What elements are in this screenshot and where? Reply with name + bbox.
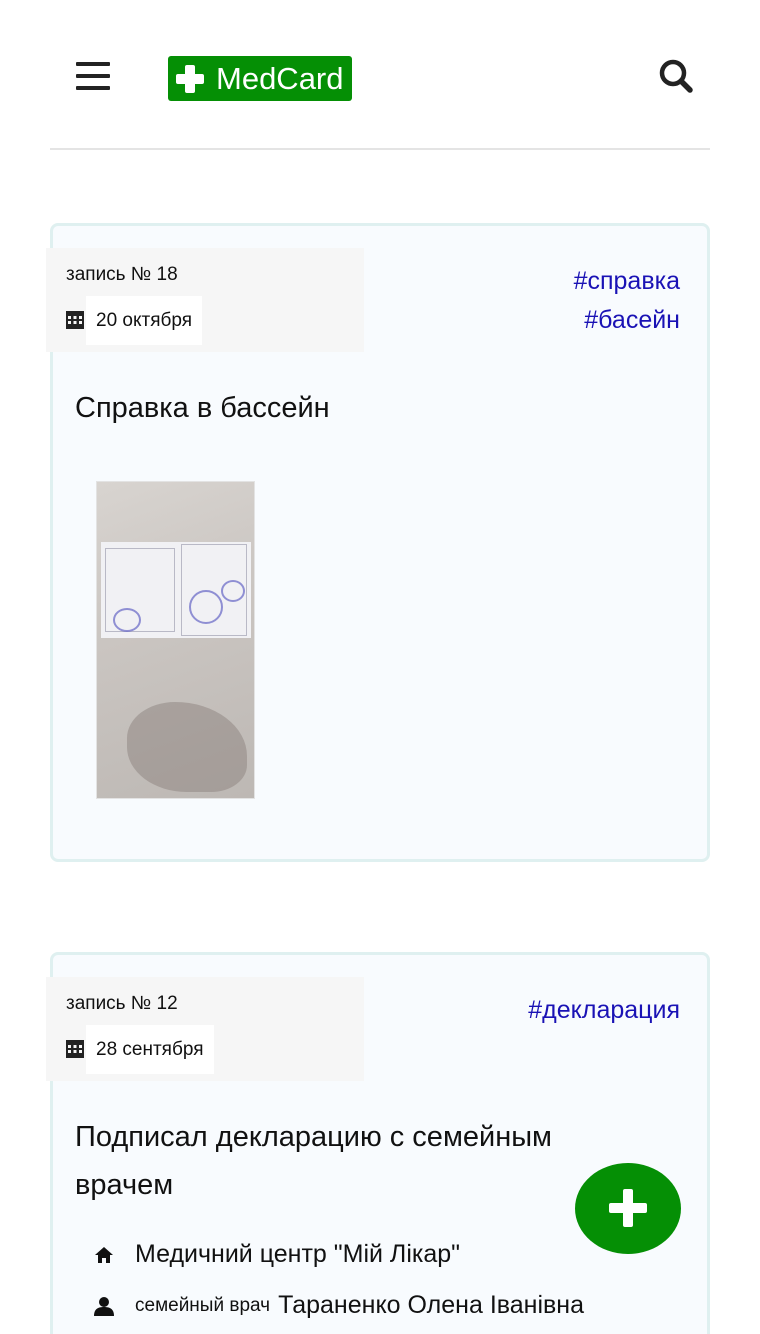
tag-link[interactable]: #декларация (528, 985, 680, 1036)
add-record-plus-icon[interactable] (575, 1163, 681, 1254)
document-photo (101, 542, 251, 638)
doctor-row: семейный врач Тараненко Олена Іванівна (93, 1291, 584, 1320)
record-title: Подписал декларацию с семейным врачем (75, 1121, 552, 1201)
logo-text: MedCard (216, 60, 344, 96)
medical-cross-icon (176, 64, 204, 93)
record-date: 28 сентября (86, 1025, 214, 1074)
doctor-name: Тараненко Олена Іванівна (278, 1291, 585, 1319)
clinic-name: Медичний центр "Мій Лікар" (135, 1240, 461, 1268)
record-meta: запись № 18 20 октября (46, 248, 364, 352)
user-icon (94, 1296, 114, 1316)
tag-link[interactable]: #басейн (574, 295, 680, 346)
record-title: Справка в бассейн (75, 392, 330, 424)
clinic-row: Медичний центр "Мій Лікар" (93, 1240, 460, 1269)
record-number: запись № 18 (66, 264, 178, 285)
record-meta: запись № 12 28 сентября (46, 977, 364, 1081)
record-date: 20 октября (86, 296, 203, 345)
record-number: запись № 12 (66, 993, 178, 1014)
record-card[interactable]: запись № 12 28 сентября #декларация Подп… (46, 952, 710, 1334)
search-icon[interactable] (658, 58, 694, 94)
calendar-icon (66, 1040, 84, 1058)
app-header: MedCard (50, 0, 710, 150)
record-photo-thumbnail[interactable] (96, 481, 255, 799)
record-card[interactable]: запись № 18 20 октября #справка #басейн … (46, 223, 710, 862)
home-icon (95, 1246, 113, 1263)
calendar-icon (66, 311, 84, 329)
doctor-role: семейный врач (135, 1294, 271, 1316)
medcard-logo[interactable]: MedCard (168, 56, 352, 101)
record-tags: #справка #басейн (574, 256, 680, 346)
record-tags: #декларация (528, 985, 680, 1036)
hamburger-menu-icon[interactable] (76, 62, 110, 94)
